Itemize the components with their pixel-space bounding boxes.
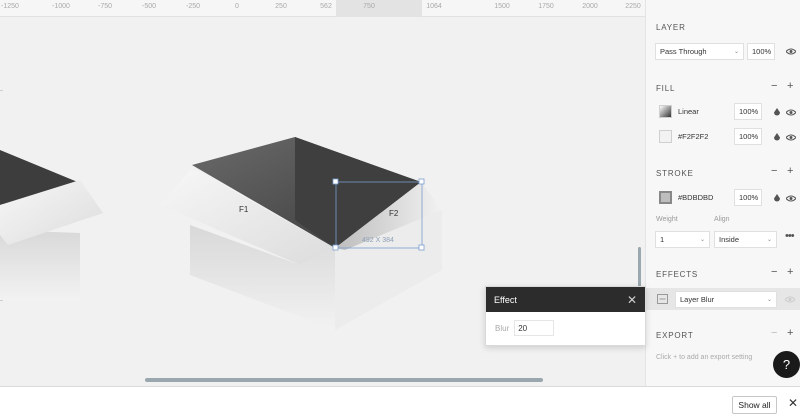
add-effect-icon[interactable]: + xyxy=(787,266,793,278)
effect-popup-header: Effect ✕ xyxy=(486,287,645,312)
ruler-selection-highlight xyxy=(336,0,422,17)
remove-fill-icon[interactable]: − xyxy=(771,80,777,92)
bottom-bar: Show all ✕ xyxy=(0,386,800,414)
ruler-tick: -1000 xyxy=(52,3,70,10)
ruler-tick: 2000 xyxy=(582,3,598,10)
fill-section-title: FILL xyxy=(656,84,676,93)
add-stroke-icon[interactable]: + xyxy=(787,165,793,177)
frame-label-f2: F2 xyxy=(389,209,399,218)
blend-drop-icon[interactable] xyxy=(773,108,781,116)
effect-popup-title: Effect xyxy=(494,294,517,305)
stroke-align-value: Inside xyxy=(719,235,740,244)
add-fill-icon[interactable]: + xyxy=(787,80,793,92)
layer-section-title: LAYER xyxy=(656,23,686,32)
stroke-weight-input[interactable]: 1 ⌄ xyxy=(655,231,710,248)
stroke-color-swatch[interactable] xyxy=(659,191,672,204)
main-box xyxy=(160,137,442,330)
eye-icon[interactable] xyxy=(786,48,796,55)
eye-icon[interactable] xyxy=(786,109,796,116)
blend-drop-icon[interactable] xyxy=(773,194,781,202)
fill-color-label: #F2F2F2 xyxy=(678,132,709,141)
remove-effect-icon[interactable]: − xyxy=(771,266,777,278)
layer-opacity-input[interactable]: 100% xyxy=(747,43,775,60)
add-export-icon[interactable]: + xyxy=(787,327,793,339)
ruler-tick: 0 xyxy=(235,3,239,10)
export-hint: Click + to add an export setting xyxy=(656,354,753,361)
eye-icon[interactable] xyxy=(786,195,796,202)
stroke-weight-value: 1 xyxy=(660,235,665,244)
close-icon[interactable]: ✕ xyxy=(788,396,798,410)
ruler-tick: 1500 xyxy=(494,3,510,10)
eye-icon[interactable] xyxy=(785,296,795,303)
horizontal-scrollbar[interactable] xyxy=(145,378,543,382)
stroke-row[interactable]: #BDBDBD xyxy=(655,189,730,206)
ruler-tick: 250 xyxy=(275,3,287,10)
effect-popup: Effect ✕ Blur 20 xyxy=(485,286,646,346)
ruler-tick: 1750 xyxy=(538,3,554,10)
effect-row-layer-blur[interactable]: Layer Blur ⌄ xyxy=(645,288,800,310)
export-section-title: EXPORT xyxy=(656,331,694,340)
ruler-tick: 562 xyxy=(320,3,332,10)
blend-drop-icon[interactable] xyxy=(773,133,781,141)
weight-label: Weight xyxy=(656,216,678,223)
blend-mode-value: Pass Through xyxy=(660,47,707,56)
stroke-section-title: STROKE xyxy=(656,169,694,178)
color-swatch[interactable] xyxy=(659,130,672,143)
blur-input[interactable]: 20 xyxy=(514,320,555,336)
ruler-tick: 750 xyxy=(363,3,375,10)
ruler-tick: -1250 xyxy=(1,3,19,10)
ruler-tick: 1064 xyxy=(426,3,442,10)
help-button[interactable]: ? xyxy=(773,351,800,378)
ruler-tick: -250 xyxy=(185,3,201,10)
chevron-down-icon: ⌄ xyxy=(766,297,772,303)
remove-stroke-icon[interactable]: − xyxy=(771,165,777,177)
ruler-tick: 2250 xyxy=(625,3,641,10)
ruler-tick: -500 xyxy=(141,3,157,10)
blend-mode-select[interactable]: Pass Through ⌄ xyxy=(655,43,744,60)
frame-label-f1: F1 xyxy=(239,205,249,214)
close-icon[interactable]: ✕ xyxy=(627,293,637,307)
left-box xyxy=(0,150,103,300)
effect-type-value: Layer Blur xyxy=(680,295,715,304)
stroke-color-label: #BDBDBD xyxy=(678,193,714,202)
fill-type-label: Linear xyxy=(678,107,699,116)
gradient-swatch[interactable] xyxy=(659,105,672,118)
show-all-button[interactable]: Show all xyxy=(732,396,777,414)
stroke-align-select[interactable]: Inside ⌄ xyxy=(714,231,777,248)
fill-row-linear[interactable]: Linear xyxy=(655,103,730,120)
blur-label: Blur xyxy=(495,323,510,333)
remove-export-icon[interactable]: − xyxy=(771,327,777,339)
chevron-down-icon: ⌄ xyxy=(766,237,772,243)
selection-size-label: 492 X 384 xyxy=(362,237,394,244)
chevron-down-icon: ⌄ xyxy=(699,237,705,243)
properties-panel: LAYER Pass Through ⌄ 100% FILL − + Linea… xyxy=(645,0,800,386)
eye-icon[interactable] xyxy=(786,134,796,141)
fill-row-solid[interactable]: #F2F2F2 xyxy=(655,128,730,145)
effect-type-select[interactable]: Layer Blur ⌄ xyxy=(675,291,777,308)
more-options-icon[interactable]: ••• xyxy=(785,230,795,242)
fill-opacity-input[interactable]: 100% xyxy=(734,128,762,145)
stroke-opacity-input[interactable]: 100% xyxy=(734,189,762,206)
effects-section-title: EFFECTS xyxy=(656,270,699,279)
align-label: Align xyxy=(714,216,730,223)
ruler-tick: -750 xyxy=(97,3,113,10)
effect-settings-icon[interactable] xyxy=(657,294,668,304)
horizontal-ruler: -1250 -1000 -750 -500 -250 0 250 562 750… xyxy=(0,0,645,17)
chevron-down-icon: ⌄ xyxy=(733,49,739,55)
fill-opacity-input[interactable]: 100% xyxy=(734,103,762,120)
